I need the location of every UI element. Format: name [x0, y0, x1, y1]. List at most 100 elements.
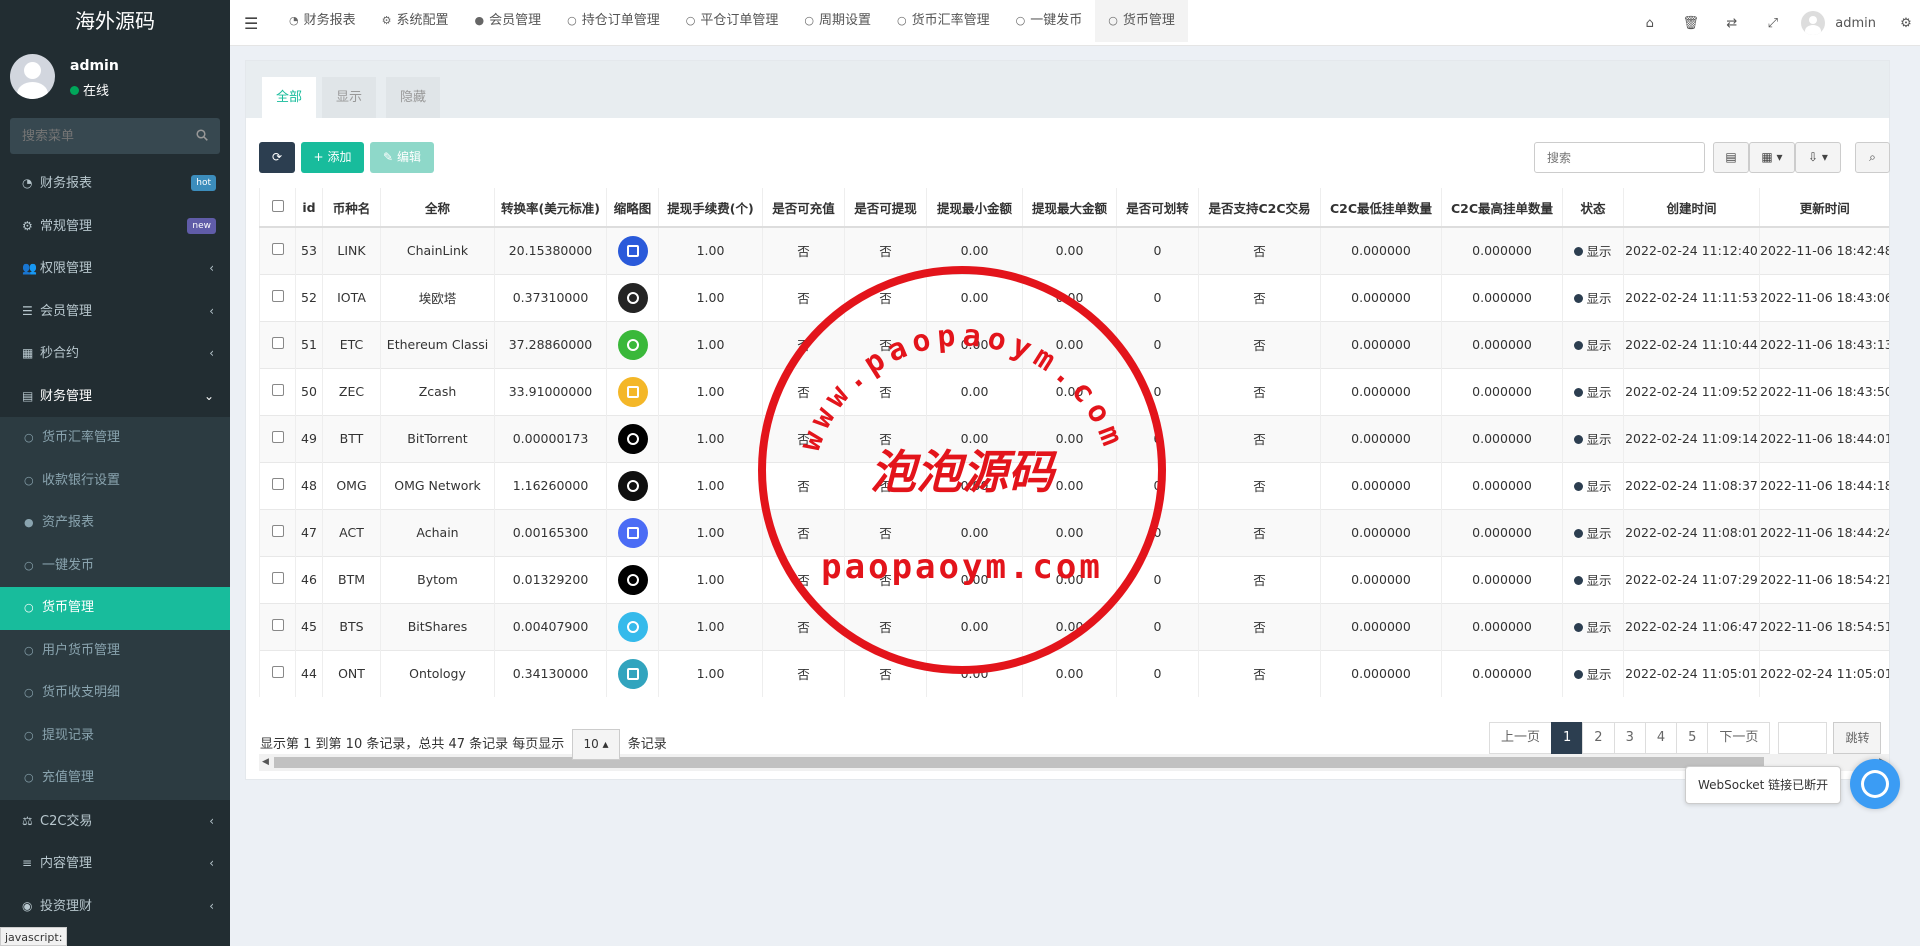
etc-icon[interactable] [617, 329, 648, 360]
zcash-icon[interactable] [617, 376, 648, 407]
row-checkbox[interactable] [271, 243, 284, 256]
column-header[interactable]: 提现最大金额 [1022, 188, 1117, 228]
table-row[interactable]: 47 ACT Achain 0.00165300 1.00 否否 0.00 0.00 0 否 0.0… [259, 508, 1889, 556]
status-label[interactable]: 显示 [1586, 291, 1611, 306]
column-header[interactable]: C2C最高挂单数量 [1441, 188, 1563, 228]
sidebar-item-7[interactable]: ○ 收款银行设置 [0, 459, 230, 502]
page-size-select[interactable]: 10 ▴ [572, 729, 620, 760]
sidebar-item-9[interactable]: ○ 一键发币 [0, 544, 230, 587]
toggle-view-button[interactable]: ▤ [1713, 142, 1749, 173]
row-checkbox[interactable] [271, 666, 284, 679]
status-label[interactable]: 显示 [1586, 244, 1611, 259]
page-button-2[interactable]: 2 [1582, 722, 1615, 754]
header-tab-2[interactable]: ● 会员管理 [462, 0, 555, 42]
column-header[interactable]: 是否可提现 [844, 188, 927, 228]
sidebar-item-17[interactable]: ◉ 投资理财 ‹ [0, 884, 230, 927]
select-all-checkbox[interactable] [271, 199, 284, 212]
status-label[interactable]: 显示 [1586, 338, 1611, 353]
sidebar-item-3[interactable]: ☰ 会员管理 ‹ [0, 289, 230, 332]
row-checkbox[interactable] [271, 337, 284, 349]
page-button-3[interactable]: 3 [1613, 722, 1646, 754]
edit-button[interactable]: ✎ 编辑 [370, 142, 434, 173]
table-row[interactable]: 53 LINK ChainLink 20.15380000 1.00 否否 0.00 0.00… [259, 226, 1889, 274]
sidebar-item-4[interactable]: ▦ 秒合约 ‹ [0, 332, 230, 375]
column-header[interactable]: 是否可充值 [762, 188, 845, 228]
row-checkbox[interactable] [271, 290, 284, 302]
columns-button[interactable]: ▦ ▾ [1749, 142, 1795, 173]
status-label[interactable]: 显示 [1586, 479, 1611, 494]
header-tab-1[interactable]: ⚙ 系统配置 [369, 0, 462, 42]
status-label[interactable]: 显示 [1586, 573, 1611, 588]
sidebar-item-13[interactable]: ○ 提现记录 [0, 714, 230, 757]
table-row[interactable]: 52 IOTA 埃欧塔 0.37310000 1.00 否否 0.00 0.00 0 否 0.000… [259, 273, 1889, 321]
sidebar-item-12[interactable]: ○ 货币收支明细 [0, 672, 230, 715]
refresh-button[interactable]: ⟳ [259, 142, 295, 173]
jump-button[interactable]: 跳转 [1833, 722, 1882, 754]
column-header[interactable]: 更新时间 [1759, 188, 1889, 228]
status-label[interactable]: 显示 [1586, 667, 1611, 682]
app-logo[interactable]: 海外源码 [0, 0, 230, 42]
sidebar-item-8[interactable]: ● 资产报表 [0, 502, 230, 545]
row-checkbox[interactable] [271, 572, 284, 584]
column-header[interactable]: C2C最低挂单数量 [1320, 188, 1442, 228]
language-icon[interactable]: ⇄ [1711, 16, 1752, 31]
sidebar-item-10[interactable]: ○ 货币管理 [0, 587, 230, 630]
header-tab-5[interactable]: ○ 周期设置 [791, 0, 884, 42]
jump-page-input[interactable] [1778, 722, 1828, 754]
chat-bubble-icon[interactable] [1850, 759, 1900, 809]
bittorrent-icon[interactable] [617, 423, 648, 454]
header-tab-3[interactable]: ○ 持仓订单管理 [554, 0, 673, 42]
row-checkbox[interactable] [271, 525, 284, 537]
iota-icon[interactable] [617, 282, 648, 313]
column-header[interactable]: 是否可划转 [1116, 188, 1199, 228]
admin-menu[interactable]: admin [1801, 11, 1876, 35]
table-row[interactable]: 44 ONT Ontology 0.34130000 1.00 否否 0.00 0.00 0 否 0… [259, 649, 1889, 697]
sidebar-item-1[interactable]: ⚙ 常规管理 new [0, 204, 230, 247]
trash-icon[interactable]: 🗑 [1670, 16, 1711, 31]
column-header[interactable]: 币种名 [322, 188, 381, 228]
row-checkbox[interactable] [271, 619, 284, 631]
sidebar-item-2[interactable]: 👥 权限管理 ‹ [0, 247, 230, 290]
column-header[interactable]: 提现最小金额 [926, 188, 1023, 228]
home-icon[interactable]: ⌂ [1629, 16, 1670, 31]
header-tab-0[interactable]: ◔ 财务报表 [276, 0, 369, 42]
column-header[interactable]: 是否支持C2C交易 [1198, 188, 1321, 228]
column-header[interactable]: 状态 [1562, 188, 1624, 228]
status-label[interactable]: 显示 [1586, 432, 1611, 447]
status-label[interactable]: 显示 [1586, 385, 1611, 400]
status-label[interactable]: 显示 [1586, 620, 1611, 635]
omg-icon[interactable] [617, 470, 648, 501]
column-header[interactable]: 缩略图 [606, 188, 659, 228]
fullscreen-icon[interactable]: ⤢ [1752, 16, 1793, 31]
row-checkbox[interactable] [271, 431, 284, 443]
prev-page-button[interactable]: 上一页 [1489, 722, 1553, 754]
sidebar-item-15[interactable]: ⚖ C2C交易 ‹ [0, 799, 230, 842]
header-tab-6[interactable]: ○ 货币汇率管理 [884, 0, 1003, 42]
menu-search-input[interactable] [10, 118, 220, 154]
column-header[interactable]: id [295, 188, 323, 228]
table-row[interactable]: 46 BTM Bytom 0.01329200 1.00 否否 0.00 0.00 0 否 0.00… [259, 555, 1889, 603]
page-button-5[interactable]: 5 [1676, 722, 1709, 754]
chainlink-icon[interactable] [617, 235, 648, 266]
bitshares-icon[interactable] [617, 611, 648, 642]
table-row[interactable]: 48 OMG OMG Network 1.16260000 1.00 否否 0.00 0.00… [259, 461, 1889, 509]
bytom-icon[interactable] [617, 564, 648, 595]
menu-toggle-icon[interactable]: ☰ [244, 14, 258, 33]
sidebar-item-5[interactable]: ▤ 财务管理 ⌄ [0, 374, 230, 417]
sidebar-item-6[interactable]: ○ 货币汇率管理 [0, 417, 230, 460]
table-row[interactable]: 51 ETC Ethereum Classi 37.28860000 1.00 否否 0.0… [259, 320, 1889, 368]
sidebar-item-14[interactable]: ○ 充值管理 [0, 757, 230, 800]
sidebar-item-16[interactable]: ≡ 内容管理 ‹ [0, 842, 230, 885]
export-button[interactable]: ⇩ ▾ [1795, 142, 1841, 173]
header-tab-8[interactable]: ○ 货币管理 [1095, 0, 1188, 42]
next-page-button[interactable]: 下一页 [1707, 722, 1771, 754]
select-all-header[interactable] [259, 188, 296, 228]
table-row[interactable]: 50 ZEC Zcash 33.91000000 1.00 否否 0.00 0.00 0 否 0.0… [259, 367, 1889, 415]
sidebar-item-11[interactable]: ○ 用户货币管理 [0, 629, 230, 672]
column-header[interactable]: 提现手续费(个) [658, 188, 763, 228]
ontology-icon[interactable] [617, 658, 648, 689]
row-checkbox[interactable] [271, 478, 284, 490]
page-button-1[interactable]: 1 [1551, 722, 1584, 754]
page-button-4[interactable]: 4 [1644, 722, 1678, 754]
header-tab-7[interactable]: ○ 一键发币 [1003, 0, 1096, 42]
